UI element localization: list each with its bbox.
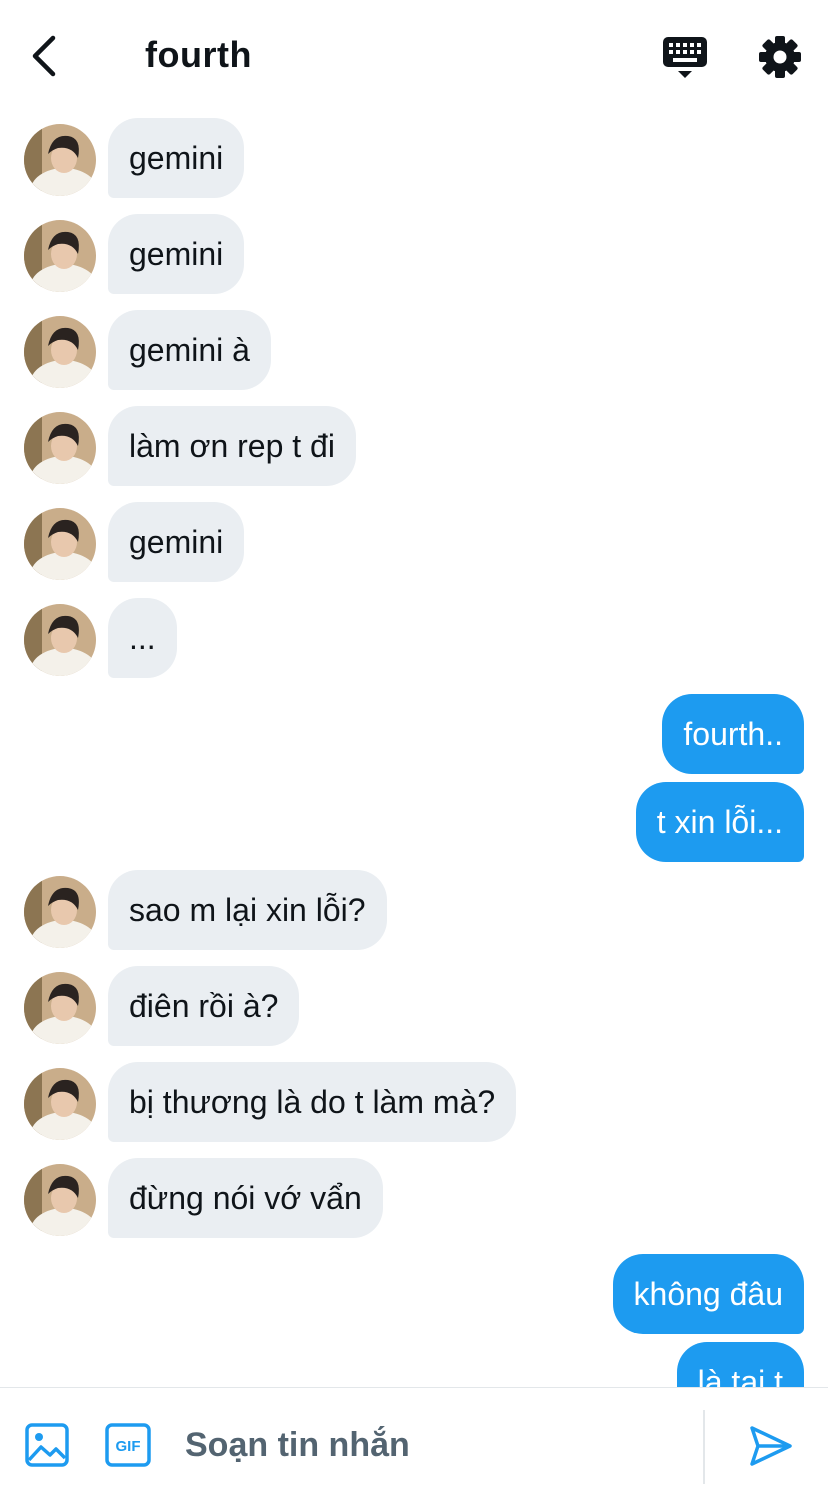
avatar[interactable] bbox=[24, 412, 96, 484]
gif-icon: GIF bbox=[105, 1423, 151, 1467]
message-row: gemini bbox=[0, 214, 828, 294]
message-bubble[interactable]: gemini à bbox=[108, 310, 271, 390]
message-row: fourth.. bbox=[0, 694, 828, 774]
avatar[interactable] bbox=[24, 508, 96, 580]
message-row: gemini à bbox=[0, 310, 828, 390]
avatar[interactable] bbox=[24, 1068, 96, 1140]
message-input[interactable] bbox=[185, 1418, 685, 1472]
add-gif-button[interactable]: GIF bbox=[104, 1422, 152, 1468]
message-row: làm ơn rep t đi bbox=[0, 406, 828, 486]
chevron-left-icon bbox=[32, 35, 56, 77]
avatar[interactable] bbox=[24, 1164, 96, 1236]
message-row: gemini bbox=[0, 118, 828, 198]
message-row: gemini bbox=[0, 502, 828, 582]
message-bubble[interactable]: sao m lại xin lỗi? bbox=[108, 870, 387, 950]
message-bubble[interactable]: gemini bbox=[108, 502, 245, 582]
message-composer: GIF bbox=[0, 1387, 828, 1487]
gif-label: GIF bbox=[116, 1438, 141, 1455]
message-row: đừng nói vớ vẩn bbox=[0, 1158, 828, 1238]
message-bubble-sent[interactable]: fourth.. bbox=[662, 694, 804, 774]
settings-button[interactable] bbox=[755, 32, 805, 82]
message-bubble[interactable]: điên rồi à? bbox=[108, 966, 300, 1046]
page-title: fourth bbox=[145, 34, 252, 75]
message-thread[interactable]: gemini gemini gemini à làm ơn rep t đi g… bbox=[0, 112, 828, 1387]
message-bubble[interactable]: đừng nói vớ vẩn bbox=[108, 1158, 383, 1238]
add-image-button[interactable] bbox=[24, 1422, 70, 1468]
message-row: sao m lại xin lỗi? bbox=[0, 870, 828, 950]
gear-icon bbox=[759, 36, 801, 78]
message-bubble[interactable]: gemini bbox=[108, 118, 245, 198]
message-row: không đâu bbox=[0, 1254, 828, 1334]
message-row: bị thương là do t làm mà? bbox=[0, 1062, 828, 1142]
conversation-header: fourth bbox=[0, 0, 828, 112]
keyboard-shortcuts-button[interactable] bbox=[660, 32, 710, 82]
message-bubble-sent[interactable]: t xin lỗi... bbox=[635, 782, 804, 862]
message-row: là tại t bbox=[0, 1342, 828, 1387]
message-row: điên rồi à? bbox=[0, 966, 828, 1046]
avatar[interactable] bbox=[24, 124, 96, 196]
message-bubble-sent[interactable]: là tại t bbox=[676, 1342, 804, 1387]
send-icon bbox=[750, 1426, 792, 1466]
back-button[interactable] bbox=[22, 30, 66, 82]
message-bubble-sent[interactable]: không đâu bbox=[612, 1254, 804, 1334]
avatar[interactable] bbox=[24, 876, 96, 948]
avatar[interactable] bbox=[24, 604, 96, 676]
keyboard-icon bbox=[663, 37, 707, 78]
message-row: ... bbox=[0, 598, 828, 678]
avatar[interactable] bbox=[24, 972, 96, 1044]
image-icon bbox=[25, 1423, 69, 1467]
message-row: t xin lỗi... bbox=[0, 782, 828, 862]
message-bubble[interactable]: gemini bbox=[108, 214, 245, 294]
message-bubble[interactable]: ... bbox=[108, 598, 177, 678]
avatar[interactable] bbox=[24, 220, 96, 292]
composer-divider bbox=[703, 1410, 705, 1484]
avatar[interactable] bbox=[24, 316, 96, 388]
message-bubble[interactable]: bị thương là do t làm mà? bbox=[108, 1062, 517, 1142]
message-bubble[interactable]: làm ơn rep t đi bbox=[108, 406, 356, 486]
send-button[interactable] bbox=[748, 1424, 794, 1468]
